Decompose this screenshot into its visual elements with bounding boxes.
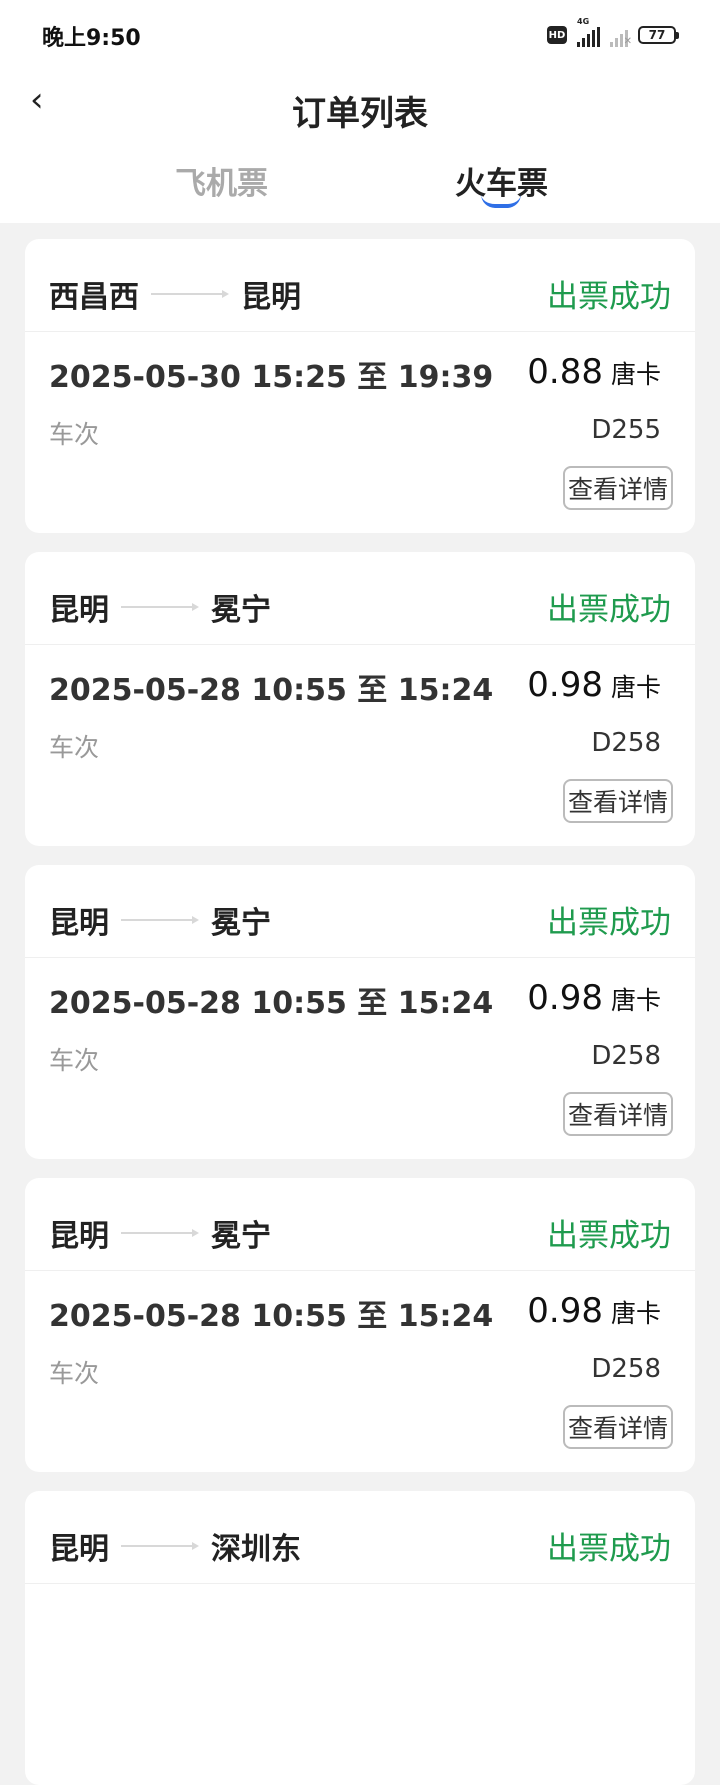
price-unit: 唐卡 xyxy=(610,360,661,389)
route-arrow-icon xyxy=(121,1229,199,1237)
train-number: D255 xyxy=(591,415,661,445)
arrival-station: 深圳东 xyxy=(211,1532,301,1567)
order-card-header: 昆明 冕宁 出票成功 xyxy=(25,1178,695,1271)
price-unit: 唐卡 xyxy=(610,673,661,702)
page-title: 订单列表 xyxy=(292,94,428,134)
price-value: 0.98 xyxy=(527,665,603,705)
travel-time: 2025-05-28 10:55 至 15:24 xyxy=(49,1299,494,1334)
train-number: D258 xyxy=(591,1354,661,1384)
route-arrow-icon xyxy=(151,290,229,298)
status-icons: HD 4G ✕ 77 xyxy=(547,17,679,50)
price: 0.88 唐卡 xyxy=(527,352,661,392)
order-card[interactable]: 昆明 冕宁 出票成功 2025-05-28 10:55 至 15:24 0.98… xyxy=(25,552,695,846)
ticket-status: 出票成功 xyxy=(547,279,671,315)
order-card[interactable]: 西昌西 昆明 出票成功 2025-05-30 15:25 至 19:39 0.8… xyxy=(25,239,695,533)
departure-station: 昆明 xyxy=(49,906,109,941)
travel-time: 2025-05-28 10:55 至 15:24 xyxy=(49,673,494,708)
price-unit: 唐卡 xyxy=(610,1299,661,1328)
tab-flight-tickets[interactable]: 飞机票 xyxy=(175,158,268,203)
route-arrow-icon xyxy=(121,916,199,924)
status-time: 晚上9:50 xyxy=(42,26,141,51)
ticket-status: 出票成功 xyxy=(547,1531,671,1567)
signal-weak-icon: ✕ xyxy=(610,23,632,47)
route-arrow-icon xyxy=(121,1542,199,1550)
order-card-header: 昆明 冕宁 出票成功 xyxy=(25,865,695,958)
order-card-header: 昆明 冕宁 出票成功 xyxy=(25,552,695,645)
price: 0.98 唐卡 xyxy=(527,1291,661,1331)
departure-station: 昆明 xyxy=(49,593,109,628)
view-details-button[interactable]: 查看详情 xyxy=(563,466,673,510)
price-value: 0.98 xyxy=(527,1291,603,1331)
order-card-header: 西昌西 昆明 出票成功 xyxy=(25,239,695,332)
arrival-station: 冕宁 xyxy=(211,906,271,941)
route-arrow-icon xyxy=(121,603,199,611)
battery-icon: 77 xyxy=(638,26,679,44)
network-type-label: 4G xyxy=(577,17,590,26)
departure-station: 昆明 xyxy=(49,1532,109,1567)
price xyxy=(653,1604,661,1644)
price-value: 0.98 xyxy=(527,978,603,1018)
travel-time: 2025-05-30 15:25 至 19:39 xyxy=(49,360,494,395)
arrival-station: 冕宁 xyxy=(211,593,271,628)
ticket-status: 出票成功 xyxy=(547,592,671,628)
price: 0.98 唐卡 xyxy=(527,978,661,1018)
active-tab-indicator xyxy=(481,194,521,208)
arrival-station: 昆明 xyxy=(241,280,301,315)
view-details-button[interactable]: 查看详情 xyxy=(563,779,673,823)
price-unit: 唐卡 xyxy=(610,986,661,1015)
train-number: D258 xyxy=(591,1041,661,1071)
order-card[interactable]: 昆明 冕宁 出票成功 2025-05-28 10:55 至 15:24 0.98… xyxy=(25,1178,695,1472)
ticket-status: 出票成功 xyxy=(547,905,671,941)
ticket-status: 出票成功 xyxy=(547,1218,671,1254)
train-number-label: 车次 xyxy=(49,1359,100,1388)
train-number-label: 车次 xyxy=(49,420,100,449)
travel-time: 2025-05-28 10:55 至 15:24 xyxy=(49,986,494,1021)
view-details-button[interactable]: 查看详情 xyxy=(563,1405,673,1449)
order-card[interactable]: 昆明 冕宁 出票成功 2025-05-28 10:55 至 15:24 0.98… xyxy=(25,865,695,1159)
order-card[interactable]: 昆明 深圳东 出票成功 xyxy=(25,1491,695,1785)
price: 0.98 唐卡 xyxy=(527,665,661,705)
departure-station: 昆明 xyxy=(49,1219,109,1254)
train-number-label: 车次 xyxy=(49,1046,100,1075)
train-number: D258 xyxy=(591,728,661,758)
arrival-station: 冕宁 xyxy=(211,1219,271,1254)
view-details-button[interactable]: 查看详情 xyxy=(563,1092,673,1136)
hd-icon: HD xyxy=(547,26,567,44)
departure-station: 西昌西 xyxy=(49,280,139,315)
order-card-header: 昆明 深圳东 出票成功 xyxy=(25,1491,695,1584)
signal-4g-icon: 4G xyxy=(577,17,600,47)
train-number-label: 车次 xyxy=(49,733,100,762)
top-bar: 晚上9:50 HD 4G ✕ 77 ‹ 订单列表 飞机票 火车票 xyxy=(0,0,720,223)
price-value: 0.88 xyxy=(527,352,603,392)
